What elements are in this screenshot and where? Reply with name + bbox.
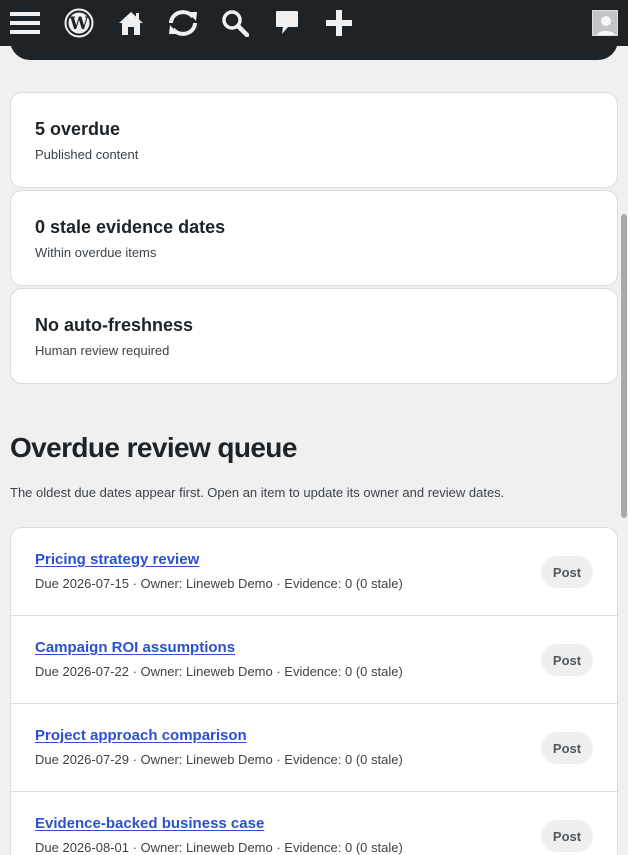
user-avatar[interactable] xyxy=(582,0,628,46)
queue-item: Project approach comparison Due 2026-07-… xyxy=(11,704,617,792)
queue-item-meta: Due 2026-07-15 · Owner: Lineweb Demo · E… xyxy=(35,576,403,591)
stat-card-overdue: 5 overdue Published content xyxy=(10,92,618,188)
queue-item: Evidence-backed business case Due 2026-0… xyxy=(11,792,617,855)
post-type-badge: Post xyxy=(541,644,593,676)
queue-item-link[interactable]: Pricing strategy review xyxy=(35,551,199,568)
app-root: W 5 overdue Published content 0 stale ev… xyxy=(0,0,628,855)
section-title: Overdue review queue xyxy=(10,432,297,463)
stat-subtitle: Human review required xyxy=(35,343,170,358)
queue-item-link[interactable]: Campaign ROI assumptions xyxy=(35,639,235,656)
queue-item-link[interactable]: Project approach comparison xyxy=(35,727,247,744)
overdue-queue-list: Pricing strategy review Due 2026-07-15 ·… xyxy=(10,527,618,855)
scrollbar-thumb[interactable] xyxy=(621,214,627,518)
queue-item-link[interactable]: Evidence-backed business case xyxy=(35,815,264,832)
stat-title: 5 overdue xyxy=(35,119,121,139)
queue-item-meta: Due 2026-07-29 · Owner: Lineweb Demo · E… xyxy=(35,752,403,767)
menu-icon[interactable] xyxy=(2,0,48,46)
post-type-badge: Post xyxy=(541,732,593,764)
home-icon[interactable] xyxy=(108,0,154,46)
updates-icon[interactable] xyxy=(160,0,206,46)
admin-bar: W xyxy=(0,0,628,46)
comments-icon[interactable] xyxy=(264,0,310,46)
add-new-icon[interactable] xyxy=(316,0,362,46)
wordpress-logo-icon[interactable]: W xyxy=(56,0,102,46)
avatar-placeholder-icon xyxy=(592,10,618,36)
stat-card-stale-evidence: 0 stale evidence dates Within overdue it… xyxy=(10,190,618,286)
stat-subtitle: Published content xyxy=(35,147,139,162)
post-type-badge: Post xyxy=(541,556,593,588)
stat-title: No auto-freshness xyxy=(35,315,194,335)
queue-item-meta: Due 2026-08-01 · Owner: Lineweb Demo · E… xyxy=(35,840,403,855)
svg-text:W: W xyxy=(68,14,89,34)
stat-subtitle: Within overdue items xyxy=(35,245,157,260)
search-icon[interactable] xyxy=(212,0,258,46)
stat-title: 0 stale evidence dates xyxy=(35,217,226,237)
queue-item: Campaign ROI assumptions Due 2026-07-22 … xyxy=(11,616,617,704)
queue-item: Pricing strategy review Due 2026-07-15 ·… xyxy=(11,528,617,616)
stat-card-auto-freshness: No auto-freshness Human review required xyxy=(10,288,618,384)
queue-item-meta: Due 2026-07-22 · Owner: Lineweb Demo · E… xyxy=(35,664,403,679)
section-description: The oldest due dates appear first. Open … xyxy=(10,485,505,500)
post-type-badge: Post xyxy=(541,820,593,852)
